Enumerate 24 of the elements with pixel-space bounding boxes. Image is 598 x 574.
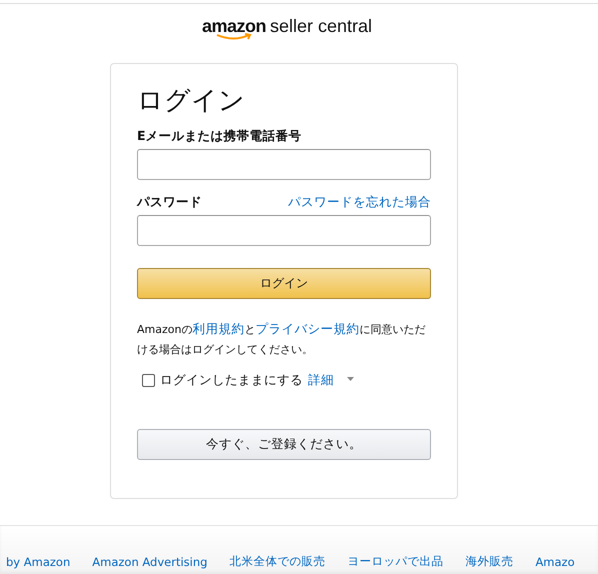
footer-link[interactable]: Amazon Advertising — [92, 555, 208, 569]
terms-link[interactable]: プライバシー規約 — [255, 321, 360, 336]
caret-icon[interactable] — [347, 376, 354, 380]
smile-arrow-icon — [216, 33, 252, 41]
footer-link[interactable]: Amazo — [535, 555, 575, 569]
footer-link[interactable]: by Amazon — [6, 555, 70, 569]
footer-link[interactable]: 北米全体での販売 — [229, 554, 326, 569]
field-label: Eメールまたは携帯電話番号 — [137, 128, 302, 145]
email-input-field[interactable] — [137, 149, 431, 180]
terms-link[interactable]: 利用規約 — [192, 321, 244, 336]
footer-link[interactable]: 海外販売 — [465, 554, 514, 569]
footer-link[interactable]: ヨーロッパで出品 — [347, 554, 444, 569]
terms-text: Amazonの利用規約 と プライバシー規約に同意いただける場合はログインしてください。 — [137, 320, 426, 358]
keep-signed-in-checkbox[interactable] — [142, 374, 155, 387]
page-title: ログイン — [137, 85, 245, 118]
login-button[interactable]: ログイン — [137, 268, 431, 299]
logo-brand: amazon — [202, 17, 266, 35]
keep-signed-in-label: ログインしたままにする — [160, 372, 303, 389]
forgot-password-link[interactable]: パスワードを忘れた場合 — [288, 194, 431, 211]
register-button[interactable]: 今すぐ、ご登録ください。 — [137, 429, 431, 460]
details-link[interactable]: 詳細 — [308, 372, 334, 389]
field-label: パスワード — [137, 194, 202, 211]
password-input-field[interactable] — [137, 215, 431, 246]
logo-product: seller central — [270, 17, 372, 35]
